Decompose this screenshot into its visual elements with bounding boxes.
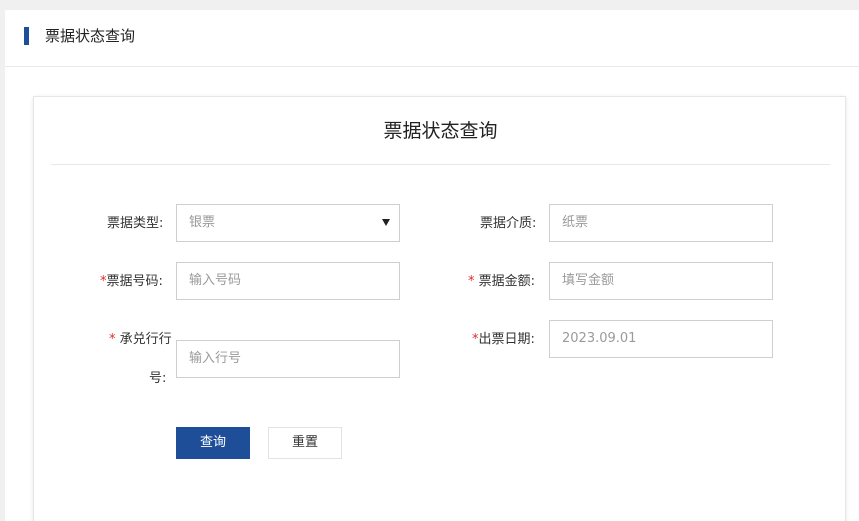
issue-date-label: *出票日期: <box>472 331 535 349</box>
bill-amount-placeholder: 填写金额 <box>562 273 615 288</box>
bill-number-input[interactable]: 输入号码 <box>176 262 400 300</box>
form-title: 票据状态查询 <box>383 120 498 142</box>
bill-amount-label-text: 票据金额: <box>474 274 536 289</box>
header-accent-bar <box>24 27 29 45</box>
issue-date-field[interactable]: 2023.09.01 <box>549 320 773 358</box>
bill-type-select[interactable]: 银票 <box>176 204 400 242</box>
title-divider <box>51 164 830 165</box>
reset-button[interactable]: 重置 <box>268 427 342 459</box>
top-strip <box>0 0 859 10</box>
bill-type-value: 银票 <box>189 215 216 230</box>
issue-date-label-text: 出票日期: <box>478 332 535 347</box>
query-button[interactable]: 查询 <box>176 427 250 459</box>
acceptor-bank-label-line2: 号: <box>149 371 167 386</box>
acceptor-bank-label: * 承兑行行 <box>109 331 172 349</box>
bill-number-placeholder: 输入号码 <box>189 273 242 288</box>
bill-number-label-text: 票据号码: <box>106 274 163 289</box>
chevron-down-icon <box>382 219 390 226</box>
issue-date-value: 2023.09.01 <box>562 331 637 346</box>
bill-amount-label: * 票据金额: <box>468 273 535 291</box>
bill-amount-input[interactable]: 填写金额 <box>549 262 773 300</box>
page-header: 票据状态查询 <box>5 10 859 67</box>
bill-number-label: *票据号码: <box>100 273 163 291</box>
bill-medium-field[interactable]: 纸票 <box>549 204 773 242</box>
acceptor-bank-label-line1: 承兑行行 <box>115 332 172 347</box>
bill-type-label: 票据类型: <box>107 216 164 231</box>
acceptor-bank-input[interactable]: 输入行号 <box>176 340 400 378</box>
bill-medium-value: 纸票 <box>562 215 589 230</box>
query-form-card: 票据状态查询 票据类型: 银票 票据介质: 纸票 *票据号码: 输入号码 * 票… <box>33 96 846 521</box>
acceptor-bank-placeholder: 输入行号 <box>189 351 242 366</box>
page-title: 票据状态查询 <box>45 27 136 45</box>
bill-medium-label: 票据介质: <box>480 216 537 231</box>
